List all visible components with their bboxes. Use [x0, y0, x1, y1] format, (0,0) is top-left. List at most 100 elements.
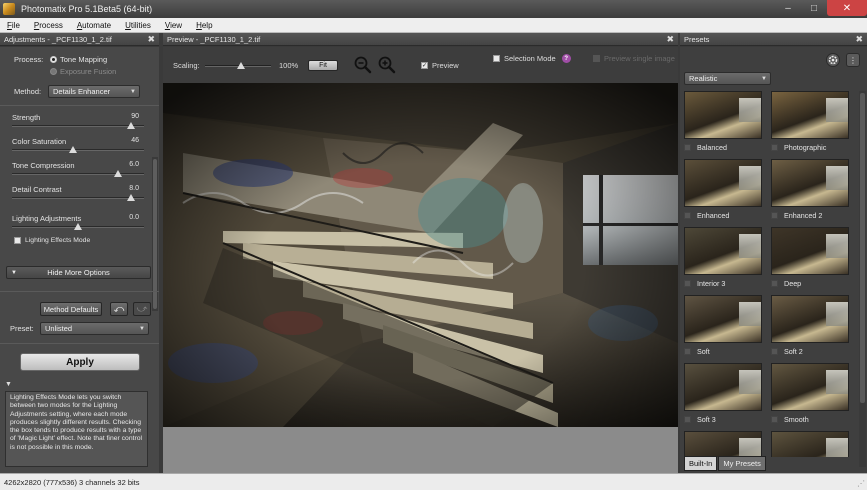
preset-balanced[interactable]: Balanced — [684, 91, 762, 152]
thumbnail-window — [739, 370, 761, 394]
method-dropdown[interactable]: Details Enhancer ▼ — [48, 85, 140, 98]
tone-compression-slider[interactable] — [12, 170, 144, 177]
zoom-out-icon[interactable] — [354, 56, 372, 74]
preset-info-button[interactable]: ⋮ — [846, 53, 860, 67]
preset-soft-3[interactable]: Soft 3 — [684, 363, 762, 424]
slider-thumb[interactable] — [113, 170, 122, 177]
process-label: Process: — [14, 55, 44, 64]
preset-interior-3[interactable]: Interior 3 — [684, 227, 762, 288]
preset-smooth[interactable]: Smooth — [771, 363, 849, 424]
favorite-checkbox-icon[interactable] — [684, 212, 691, 219]
process-exposure-fusion-radio[interactable]: Exposure Fusion — [50, 67, 116, 76]
lighting-adjustments-label: Lighting Adjustments — [12, 214, 82, 223]
process-option-exposure-fusion: Exposure Fusion — [60, 67, 117, 76]
presets-scrollbar[interactable] — [859, 91, 866, 467]
preset-photographic[interactable]: Photographic — [771, 91, 849, 152]
hide-more-options-button[interactable]: ▼ Hide More Options — [6, 266, 151, 279]
adjustments-panel: Process: Tone Mapping Exposure Fusion Me… — [0, 47, 159, 473]
scaling-slider[interactable] — [205, 62, 271, 69]
close-window-button[interactable]: ✕ — [827, 0, 867, 16]
tab-my-presets-label: My Presets — [723, 459, 761, 468]
gear-icon — [828, 55, 838, 65]
help-icon[interactable]: ? — [561, 54, 571, 63]
fit-button[interactable]: Fit — [308, 60, 338, 71]
preset-enhanced[interactable]: Enhanced — [684, 159, 762, 220]
zoom-in-icon[interactable] — [378, 56, 396, 74]
preset-name-row: Deep — [771, 279, 849, 288]
favorite-checkbox-icon[interactable] — [771, 416, 778, 423]
preset-soft-2[interactable]: Soft 2 — [771, 295, 849, 356]
slider-thumb[interactable] — [126, 194, 135, 201]
favorite-checkbox-icon[interactable] — [684, 416, 691, 423]
strength-slider[interactable] — [12, 122, 144, 129]
favorite-checkbox-icon[interactable] — [684, 144, 691, 151]
presets-panel-header: Presets ✖ — [680, 33, 867, 46]
redo-button[interactable]: ⤻ — [133, 302, 151, 316]
preset-settings-button[interactable] — [826, 53, 840, 67]
thumbnail-window — [739, 438, 761, 457]
favorite-checkbox-icon[interactable] — [771, 212, 778, 219]
thumbnail-window — [826, 234, 848, 258]
lighting-adjustments-slider[interactable] — [12, 223, 144, 230]
adjustments-close-icon[interactable]: ✖ — [147, 34, 155, 45]
favorite-checkbox-icon[interactable] — [771, 144, 778, 151]
menu-help[interactable]: Help — [189, 21, 219, 30]
menu-process[interactable]: Process — [27, 21, 70, 30]
detail-contrast-slider[interactable] — [12, 194, 144, 201]
maximize-button[interactable]: □ — [801, 0, 827, 16]
menu-view[interactable]: View — [158, 21, 189, 30]
color-saturation-slider[interactable] — [12, 146, 144, 153]
favorite-checkbox-icon[interactable] — [684, 348, 691, 355]
slider-thumb[interactable] — [126, 122, 135, 129]
slider-thumb[interactable] — [68, 146, 77, 153]
favorite-checkbox-icon[interactable] — [771, 348, 778, 355]
preset-deep[interactable]: Deep — [771, 227, 849, 288]
preset-thumbnail — [684, 227, 762, 275]
selection-mode-checkbox[interactable]: Selection Mode ? — [493, 54, 571, 63]
preset-item[interactable] — [771, 431, 849, 457]
preset-name-row: Photographic — [771, 143, 849, 152]
preset-name: Deep — [784, 279, 802, 288]
slider-thumb[interactable] — [237, 62, 246, 69]
preset-enhanced-2[interactable]: Enhanced 2 — [771, 159, 849, 220]
preset-dropdown[interactable]: Unlisted ▼ — [40, 322, 149, 335]
resize-grip-icon[interactable]: ⋰ — [857, 479, 865, 488]
divider — [0, 105, 159, 106]
menu-utilities-label: tilities — [130, 20, 151, 30]
menu-file[interactable]: File — [0, 21, 27, 30]
apply-button[interactable]: Apply — [20, 353, 140, 371]
tone-compression-value: 6.0 — [129, 161, 139, 168]
preview-image[interactable] — [163, 83, 678, 427]
preview-close-icon[interactable]: ✖ — [666, 34, 674, 45]
favorite-checkbox-icon[interactable] — [771, 280, 778, 287]
thumbnail-window — [826, 370, 848, 394]
lighting-effects-mode-checkbox[interactable]: Lighting Effects Mode — [14, 237, 90, 244]
preset-value: Unlisted — [45, 324, 73, 333]
preset-category-dropdown[interactable]: Realistic ▼ — [684, 72, 771, 85]
adjustments-scrollbar[interactable] — [152, 157, 158, 311]
info-toggle-icon[interactable]: ▼ — [5, 381, 12, 388]
menu-utilities[interactable]: Utilities — [118, 21, 158, 30]
tab-my-presets[interactable]: My Presets — [718, 456, 766, 471]
slider-thumb[interactable] — [74, 223, 82, 230]
preset-grid: Balanced Photographic Enhanced Enhanced 2 In… — [684, 91, 856, 457]
tab-built-in[interactable]: Built-In — [684, 456, 718, 471]
presets-close-icon[interactable]: ✖ — [855, 34, 863, 45]
divider — [0, 291, 159, 292]
strength-value: 90 — [131, 113, 139, 120]
scrollbar-thumb[interactable] — [860, 93, 865, 403]
scrollbar-thumb[interactable] — [153, 159, 157, 309]
preview-checkbox[interactable]: ✓ Preview — [421, 61, 459, 70]
preset-name-row: Soft 3 — [684, 415, 762, 424]
preset-name: Enhanced — [697, 211, 730, 220]
preset-item[interactable] — [684, 431, 762, 457]
hide-more-options-label: Hide More Options — [47, 268, 110, 277]
preset-soft[interactable]: Soft — [684, 295, 762, 356]
checkbox-icon — [493, 55, 500, 62]
menu-automate[interactable]: Automate — [70, 21, 118, 30]
favorite-checkbox-icon[interactable] — [684, 280, 691, 287]
method-defaults-button[interactable]: Method Defaults — [40, 302, 102, 316]
minimize-button[interactable]: – — [775, 0, 801, 16]
process-tone-mapping-radio[interactable]: Tone Mapping — [50, 55, 107, 64]
undo-button[interactable]: ⤺ — [110, 302, 128, 316]
